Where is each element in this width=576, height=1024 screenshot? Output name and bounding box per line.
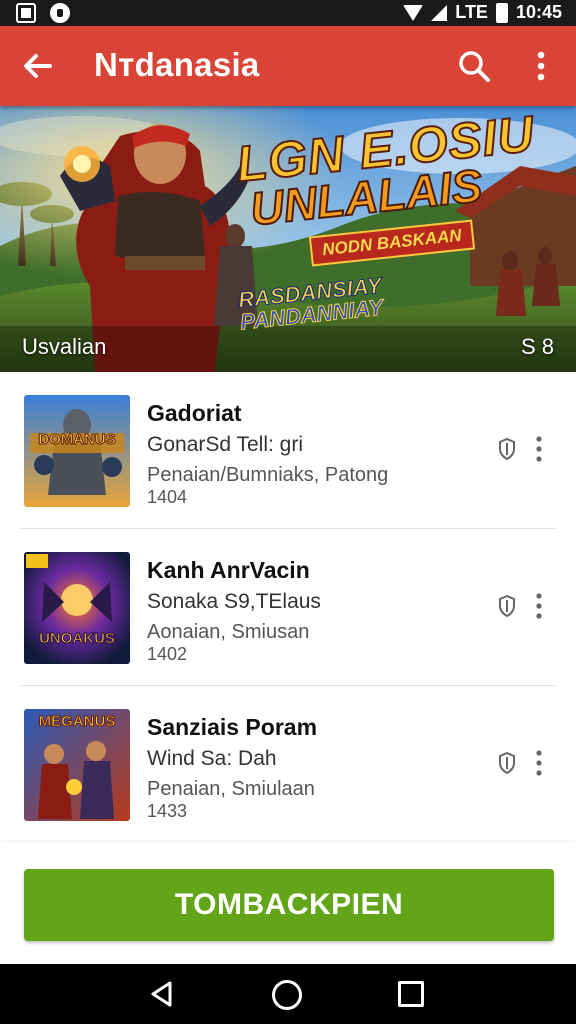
more-vert-icon[interactable] (532, 748, 546, 778)
search-icon (459, 51, 490, 82)
app-size: 1402 (147, 644, 188, 664)
app-developer: Sonaka S9,TElaus (147, 590, 321, 613)
app-size: 1433 (147, 801, 188, 821)
signal-icon (431, 4, 448, 21)
app-thumbnail-art (24, 395, 130, 507)
list-item[interactable]: UNOAKUS Kanh AnrVacin Sonaka S9,TElaus A… (20, 529, 556, 686)
overflow-menu-button[interactable] (526, 48, 556, 84)
app-thumbnail: MEGANUS (24, 709, 130, 821)
arrow-left-icon (24, 54, 52, 78)
app-title: Gadoriat (147, 400, 242, 426)
back-button[interactable] (20, 48, 56, 84)
app-bar: Nтdanasia (0, 26, 576, 106)
primary-action-button[interactable]: TOMBACKPIEN (24, 869, 554, 941)
notification-app-icon (50, 3, 70, 23)
network-label: LTE (455, 2, 488, 22)
wifi-icon (403, 4, 424, 21)
app-title: Sanziais Poram (147, 714, 318, 740)
app-thumbnail-label: DOMANUS (38, 431, 117, 449)
system-nav-bar (0, 964, 576, 1024)
status-left-icons (16, 3, 70, 23)
app-thumbnail-art (24, 552, 130, 664)
list-item[interactable]: MEGANUS Sanziais Poram Wind Sa: Dah Pena… (20, 686, 556, 843)
more-vert-icon (537, 51, 545, 81)
app-category: Penaian, Smiulaan (147, 778, 315, 800)
app-thumbnail: UNOAKUS (24, 552, 130, 664)
page-title: Nтdanasia (94, 46, 260, 83)
app-category: Penaian/Bumniaks, Patong (147, 464, 389, 486)
app-developer: GonarSd Tell: gri (147, 433, 304, 456)
shield-icon (499, 752, 515, 774)
app-thumbnail-label: UNOAKUS (39, 630, 116, 648)
notification-image-icon (16, 3, 36, 23)
status-time: 10:45 (515, 2, 562, 22)
app-thumbnail-label: MEGANUS (38, 713, 116, 731)
app-size: 1404 (147, 487, 188, 507)
app-thumbnail: DOMANUS (24, 395, 130, 507)
more-vert-icon[interactable] (532, 591, 546, 621)
status-right-icons: LTE 10:45 (403, 2, 562, 23)
app-developer: Wind Sa: Dah (147, 747, 277, 770)
square-recent-icon[interactable] (398, 981, 424, 1007)
featured-banner[interactable]: LGN E.OSIU UNLALAIS NODN BASKAAN RASDANS… (0, 106, 576, 372)
list-item[interactable]: DOMANUS Gadoriat GonarSd Tell: gri Penai… (20, 372, 556, 529)
circle-home-icon[interactable] (272, 980, 302, 1010)
status-bar: LTE 10:45 (0, 0, 576, 26)
app-list: DOMANUS Gadoriat GonarSd Tell: gri Penai… (0, 372, 576, 843)
banner-count: S 8 (520, 334, 554, 359)
battery-icon (495, 2, 508, 23)
banner-caption: Usvalian (22, 334, 107, 359)
cta-container: TOMBACKPIEN (0, 842, 576, 964)
more-vert-icon[interactable] (532, 434, 546, 464)
app-title: Kanh AnrVacin (147, 557, 310, 583)
shield-icon (499, 438, 515, 460)
search-button[interactable] (456, 48, 492, 84)
shield-icon (499, 595, 515, 617)
app-category: Aonaian, Smiusan (147, 621, 310, 643)
triangle-back-icon[interactable] (148, 980, 176, 1008)
